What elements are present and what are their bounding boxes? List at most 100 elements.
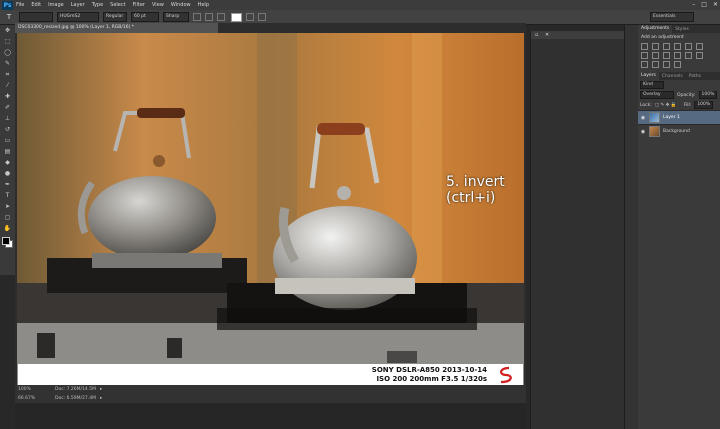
tab-channels[interactable]: Channels	[659, 74, 686, 79]
eyedropper-tool-icon[interactable]: ⁄	[1, 81, 14, 91]
status-menu-arrow-icon[interactable]: ▸	[100, 385, 102, 394]
menu-edit[interactable]: Edit	[31, 2, 41, 8]
warp-text-icon[interactable]	[246, 13, 254, 21]
kind-filter-select[interactable]: Kind	[640, 81, 664, 89]
align-left-icon[interactable]	[193, 13, 201, 21]
menu-view[interactable]: View	[152, 2, 164, 8]
menu-type[interactable]: Type	[92, 2, 103, 8]
text-color-swatch[interactable]	[231, 12, 242, 22]
second-status-menu-arrow-icon[interactable]: ▸	[100, 394, 102, 403]
move-tool-icon[interactable]: ✥	[1, 26, 14, 36]
exif-strip: SONY DSLR-A850 2013-10-14 ISO 200 200mm …	[18, 364, 523, 386]
font-size-select[interactable]: 60 pt	[131, 12, 159, 22]
tab-paths[interactable]: Paths	[686, 74, 704, 79]
hue-saturation-icon[interactable]	[641, 52, 648, 59]
menu-help[interactable]: Help	[198, 2, 209, 8]
channel-mixer-icon[interactable]	[685, 52, 692, 59]
dodge-tool-icon[interactable]: ●	[1, 169, 14, 179]
photo-filter-icon[interactable]	[674, 52, 681, 59]
pen-tool-icon[interactable]: ✒	[1, 180, 14, 190]
font-family-select[interactable]: HUGmS2	[57, 12, 99, 22]
panel-dock: Adjustments Styles Add an adjustment Lay…	[638, 25, 720, 429]
align-center-icon[interactable]	[205, 13, 213, 21]
threshold-icon[interactable]	[663, 61, 670, 68]
visibility-eye-icon[interactable]: ◉	[640, 115, 646, 121]
layer-filter-row: Kind	[638, 80, 720, 90]
exif-camera-date: SONY DSLR-A850 2013-10-14	[371, 366, 487, 374]
marquee-tool-icon[interactable]: ⬚	[1, 37, 14, 47]
visibility-eye-icon[interactable]: ◉	[640, 129, 646, 135]
opacity-field[interactable]: 100%	[698, 91, 718, 99]
fill-field[interactable]: 100%	[694, 101, 714, 109]
layer-name[interactable]: Background	[663, 129, 690, 134]
brush-tool-icon[interactable]: ✐	[1, 103, 14, 113]
image-canvas[interactable]: 5. invert (ctrl+i) SONY DSLR-A850 2013-1…	[17, 33, 524, 386]
blur-tool-icon[interactable]: ◆	[1, 158, 14, 168]
tab-styles[interactable]: Styles	[672, 27, 692, 32]
floating-window-titlebar[interactable]: ▫ ✕	[531, 31, 625, 39]
brightness-icon[interactable]	[641, 43, 648, 50]
menu-image[interactable]: Image	[48, 2, 64, 8]
close-button[interactable]: ✕	[713, 1, 718, 8]
exposure-icon[interactable]	[674, 43, 681, 50]
layer-row[interactable]: ◉ Background	[638, 124, 720, 138]
anti-alias-select[interactable]: Sharp	[163, 12, 189, 22]
second-status-bar: 66.67% Doc: 6.59M/27.4M ▸	[15, 394, 526, 403]
close-icon[interactable]: ✕	[545, 32, 551, 38]
lock-icons[interactable]: ▢ ✎ ✥ 🔒	[655, 103, 681, 108]
tab-layers[interactable]: Layers	[638, 72, 659, 80]
healing-tool-icon[interactable]: ✚	[1, 92, 14, 102]
invert-icon[interactable]	[641, 61, 648, 68]
document-window: DSC03300_resized.jpg @ 100% (Layer 1, RG…	[15, 23, 526, 386]
workspace-select[interactable]: Essentials	[650, 12, 694, 22]
type-tool-icon[interactable]: T	[1, 191, 14, 201]
lasso-tool-icon[interactable]: ◯	[1, 48, 14, 58]
adjustments-tabs: Adjustments Styles	[638, 25, 720, 33]
foreground-color-swatch[interactable]	[2, 237, 10, 245]
history-brush-tool-icon[interactable]: ↺	[1, 125, 14, 135]
zoom-level[interactable]: 100%	[18, 385, 31, 394]
layer-row[interactable]: ◉ Layer 1	[638, 110, 720, 124]
vibrance-icon[interactable]	[685, 43, 692, 50]
document-tab[interactable]: DSC03300_resized.jpg @ 100% (Layer 1, RG…	[15, 23, 218, 33]
character-panel-icon[interactable]	[258, 13, 266, 21]
photoshop-logo: Ps	[2, 0, 13, 10]
type-tool-icon[interactable]: T	[3, 12, 15, 22]
eraser-tool-icon[interactable]: ▭	[1, 136, 14, 146]
menu-layer[interactable]: Layer	[71, 2, 85, 8]
curves-icon[interactable]	[663, 43, 670, 50]
second-zoom-level[interactable]: 66.67%	[18, 394, 35, 403]
hand-tool-icon[interactable]: ✋	[1, 224, 14, 234]
layer-thumbnail	[649, 126, 660, 137]
second-doc-size: Doc: 6.59M/27.4M	[55, 396, 96, 401]
menu-select[interactable]: Select	[110, 2, 125, 8]
orientation-toggle[interactable]	[19, 12, 53, 22]
maximize-button[interactable]: □	[701, 1, 707, 8]
black-white-icon[interactable]	[663, 52, 670, 59]
color-balance-icon[interactable]	[652, 52, 659, 59]
selective-color-icon[interactable]	[674, 61, 681, 68]
path-select-tool-icon[interactable]: ➤	[1, 202, 14, 212]
menu-filter[interactable]: Filter	[133, 2, 145, 8]
exif-settings: ISO 200 200mm F3.5 1/320s	[376, 375, 487, 383]
shape-tool-icon[interactable]: ▢	[1, 213, 14, 223]
align-right-icon[interactable]	[217, 13, 225, 21]
clone-stamp-tool-icon[interactable]: ⊥	[1, 114, 14, 124]
minimize-button[interactable]: –	[692, 1, 695, 8]
gradient-tool-icon[interactable]: ▤	[1, 147, 14, 157]
annotation-text: 5. invert (ctrl+i)	[446, 174, 505, 206]
levels-icon[interactable]	[652, 43, 659, 50]
posterize-icon[interactable]	[652, 61, 659, 68]
font-style-select[interactable]: Regular	[103, 12, 127, 22]
tab-adjustments[interactable]: Adjustments	[638, 25, 673, 33]
tools-panel: ✥ ⬚ ◯ ✎ ⌗ ⁄ ✚ ✐ ⊥ ↺ ▭ ▤ ◆ ● ✒ T ➤ ▢ ✋ ⌕	[0, 25, 16, 275]
blend-mode-select[interactable]: Overlay	[640, 91, 674, 99]
quick-select-tool-icon[interactable]: ✎	[1, 59, 14, 69]
gradient-map-icon[interactable]	[696, 43, 703, 50]
menu-window[interactable]: Window	[171, 2, 191, 8]
crop-tool-icon[interactable]: ⌗	[1, 70, 14, 80]
menu-file[interactable]: File	[16, 2, 24, 8]
restore-icon[interactable]: ▫	[535, 32, 541, 38]
layer-name[interactable]: Layer 1	[663, 115, 680, 120]
color-lookup-icon[interactable]	[696, 52, 703, 59]
